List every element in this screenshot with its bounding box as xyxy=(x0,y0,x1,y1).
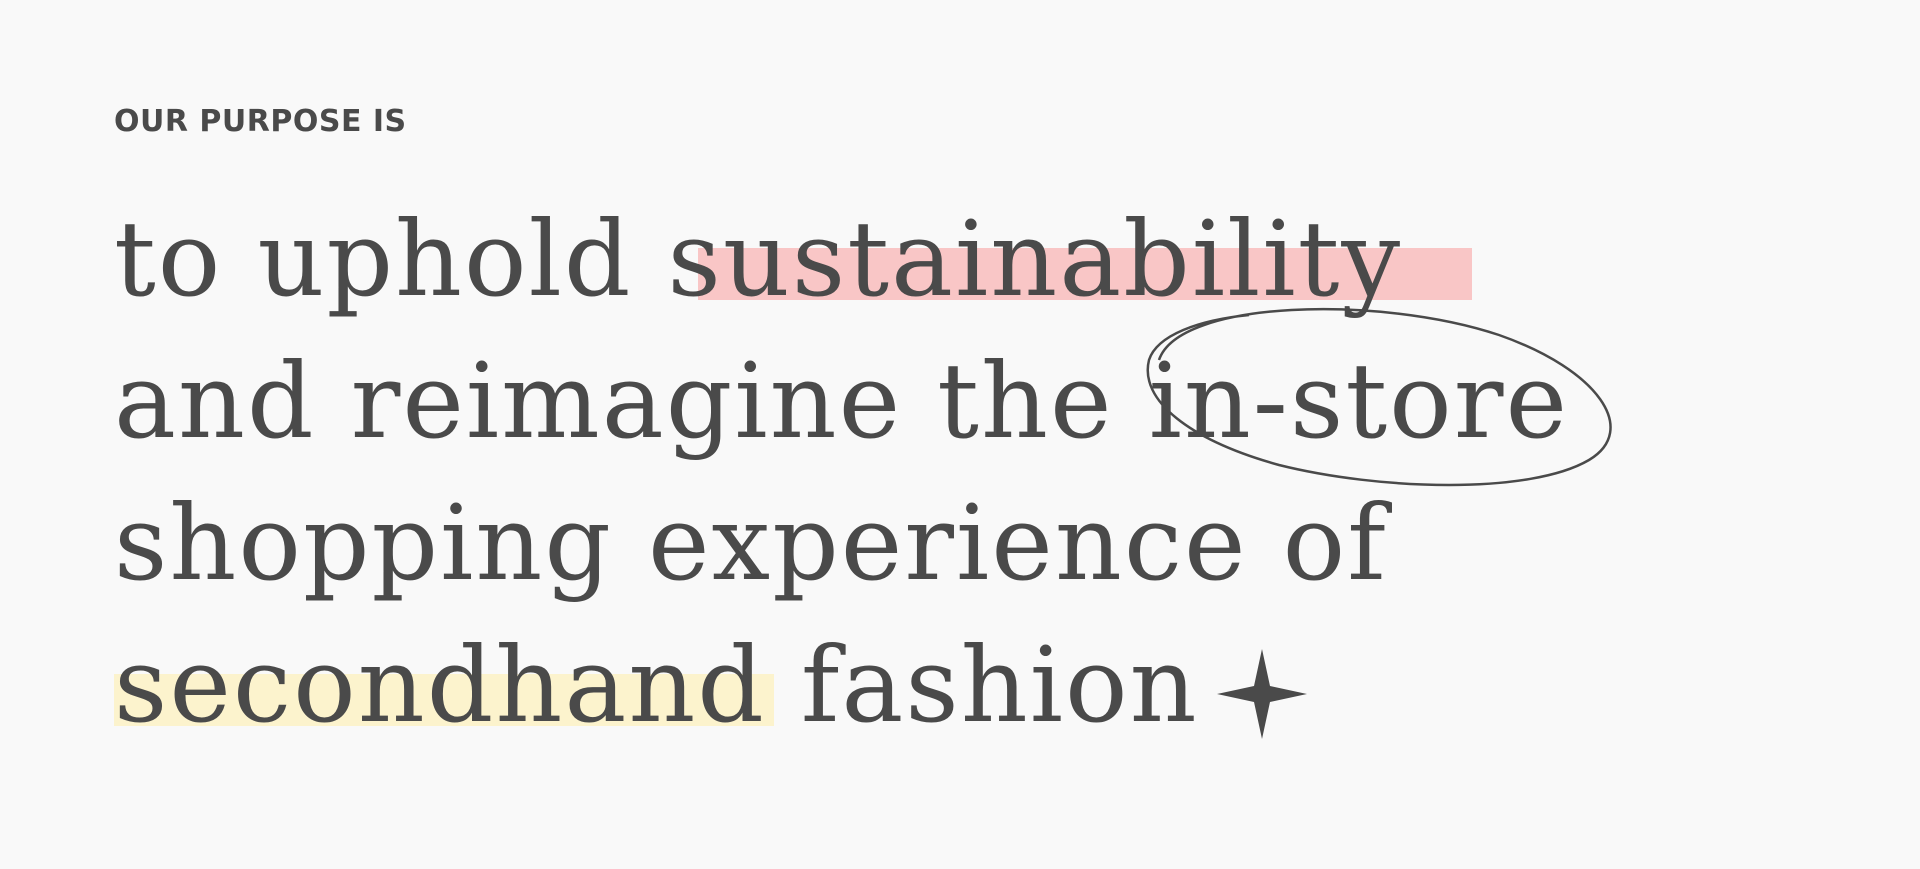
circled-word: in-store xyxy=(1146,307,1612,487)
headline-line-2: and reimagine the in-store xyxy=(114,307,1874,487)
circled-text: in-store xyxy=(1148,340,1569,462)
sparkle-star-icon xyxy=(1216,648,1307,739)
headline-line-3: shopping experience of xyxy=(114,472,1874,614)
highlight-sustainability: sustainability xyxy=(667,188,1473,330)
purpose-headline: to uphold sustainability and reimagine t… xyxy=(114,188,1874,756)
highlight-text: sustainability xyxy=(667,198,1403,320)
eyebrow-label: OUR PURPOSE IS xyxy=(114,104,407,139)
headline-text: to uphold xyxy=(114,198,668,320)
headline-text: shopping experience of xyxy=(114,482,1388,604)
highlight-secondhand: secondhand xyxy=(114,614,774,756)
headline-line-1: to uphold sustainability xyxy=(114,188,1874,330)
highlight-text: secondhand xyxy=(114,624,766,746)
headline-text: and reimagine the xyxy=(114,340,1149,462)
headline-line-4: secondhand fashion xyxy=(114,614,1874,756)
headline-text: fashion xyxy=(765,624,1199,746)
